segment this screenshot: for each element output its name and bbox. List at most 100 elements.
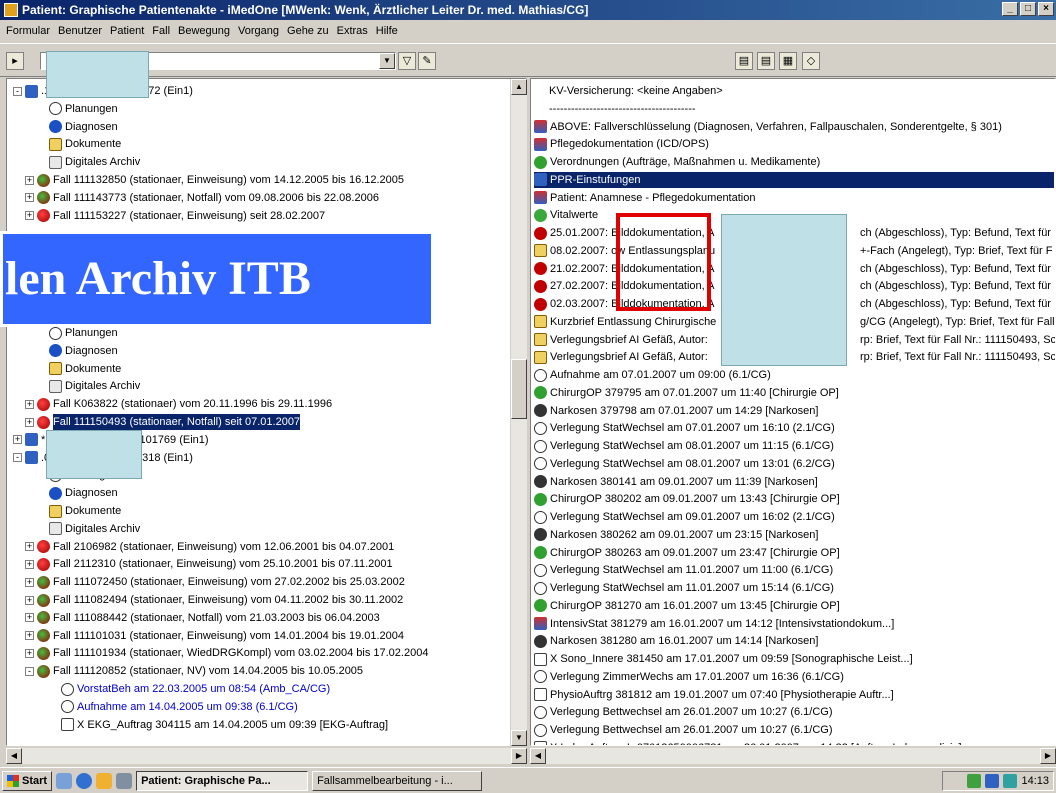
security-icon[interactable]: [1003, 774, 1018, 788]
tree-row[interactable]: + Fall 2112310 (stationaer, Einweisung) v…: [25, 556, 393, 572]
menu-gehe-zu[interactable]: Gehe zu: [283, 25, 333, 37]
start-button[interactable]: Start: [2, 770, 53, 791]
record-row[interactable]: Verlegung Bettwechsel am 26.01.2007 um 1…: [534, 704, 1054, 720]
expand-icon[interactable]: +: [25, 211, 34, 221]
scroll-left-button[interactable]: ◀: [6, 748, 22, 764]
close-button[interactable]: ×: [1038, 2, 1054, 16]
tree-row[interactable]: + Fall 111101934 (stationaer, WiedDRGKomp…: [25, 645, 428, 661]
record-row[interactable]: X LaborAuftrag L-07012650006781 am 26.01…: [534, 740, 1054, 745]
list-horizontal-scrollbar[interactable]: ◀ ▶: [530, 748, 1056, 764]
tree-row[interactable]: Dokumente: [49, 136, 121, 152]
tree-row[interactable]: + Fall 111153227 (stationaer, Einweisung)…: [25, 208, 325, 224]
tree-row[interactable]: + Fall 111088442 (stationaer, Notfall) vo…: [25, 610, 380, 626]
record-row[interactable]: ChirurgOP 381270 am 16.01.2007 um 13:45 …: [534, 598, 1054, 614]
desktop-icon[interactable]: [56, 772, 73, 789]
expand-icon[interactable]: +: [25, 417, 34, 427]
record-row[interactable]: PhysioAuftrg 381812 am 19.01.2007 um 07:…: [534, 687, 1054, 703]
grid-icon[interactable]: ▦: [779, 52, 797, 70]
tree-row[interactable]: - Fall 111120852 (stationaer, NV) vom 14.…: [25, 663, 363, 679]
expand-icon[interactable]: +: [25, 559, 34, 569]
tree-row[interactable]: Dokumente: [49, 503, 121, 519]
expand-icon[interactable]: +: [25, 648, 34, 658]
expand-icon[interactable]: +: [25, 595, 34, 605]
expand-icon[interactable]: +: [25, 613, 34, 623]
browser-icon[interactable]: [76, 772, 93, 789]
record-row[interactable]: ChirurgOP 380202 am 09.01.2007 um 13:43 …: [534, 491, 1054, 507]
tree-row[interactable]: + Fall 111150493 (stationaer, Notfall) se…: [25, 414, 301, 430]
document-icon[interactable]: ▤: [735, 52, 753, 70]
menu-vorgang[interactable]: Vorgang: [234, 25, 283, 37]
speaker-icon[interactable]: [967, 774, 982, 788]
collapse-icon[interactable]: -: [13, 453, 22, 463]
tree-row[interactable]: + Fall 111072450 (stationaer, Einweisung)…: [25, 574, 405, 590]
tree-row[interactable]: Digitales Archiv: [49, 154, 140, 170]
tree-row[interactable]: + Fall 111132850 (stationaer, Einweisung)…: [25, 172, 404, 188]
menu-fall[interactable]: Fall: [148, 25, 174, 37]
tree-row[interactable]: + Fall 111082494 (stationaer, Einweisung)…: [25, 592, 403, 608]
record-row[interactable]: Verlegung StatWechsel am 09.01.2007 um 1…: [534, 509, 1054, 525]
scroll-thumb[interactable]: [511, 359, 527, 419]
record-row[interactable]: Patient: Anamnese - Pflegedokumentation: [534, 190, 1054, 206]
record-row[interactable]: ChirurgOP 379795 am 07.01.2007 um 11:40 …: [534, 385, 1054, 401]
record-row[interactable]: Verlegung StatWechsel am 11.01.2007 um 1…: [534, 580, 1054, 596]
network-icon[interactable]: [985, 774, 1000, 788]
record-row[interactable]: X Sono_Innere 381450 am 17.01.2007 um 09…: [534, 651, 1054, 667]
record-row[interactable]: IntensivStat 381279 am 16.01.2007 um 14:…: [534, 616, 1054, 632]
tree-row[interactable]: + Fall K063822 (stationaer) vom 20.11.199…: [25, 396, 332, 412]
tree-row[interactable]: Diagnosen: [49, 485, 118, 501]
record-row[interactable]: KV-Versicherung: <keine Angaben>: [549, 83, 1055, 99]
eraser-icon[interactable]: ◇: [802, 52, 820, 70]
menu-extras[interactable]: Extras: [333, 25, 372, 37]
record-row[interactable]: Narkosen 381280 am 16.01.2007 um 14:14 […: [534, 633, 1054, 649]
taskbar-item-fallsammel[interactable]: Fallsammelbearbeitung - i...: [312, 770, 483, 791]
scroll-down-button[interactable]: ▼: [511, 730, 527, 746]
expand-icon[interactable]: +: [25, 542, 34, 552]
scroll-right-button[interactable]: ▶: [511, 748, 527, 764]
tree-row[interactable]: Digitales Archiv: [49, 378, 140, 394]
expand-icon[interactable]: +: [25, 399, 34, 409]
outlook-icon[interactable]: [96, 772, 113, 789]
record-row[interactable]: Verlegung StatWechsel am 08.01.2007 um 1…: [534, 438, 1054, 454]
record-row[interactable]: Verlegung StatWechsel am 07.01.2007 um 1…: [534, 420, 1054, 436]
tree-row[interactable]: Digitales Archiv: [49, 521, 140, 537]
menu-hilfe[interactable]: Hilfe: [372, 25, 402, 37]
tree-row[interactable]: Planungen: [49, 101, 118, 117]
tree-row[interactable]: Aufnahme am 14.04.2005 um 09:38 (6.1/CG): [61, 699, 298, 715]
record-row[interactable]: Narkosen 379798 am 07.01.2007 um 14:29 […: [534, 403, 1054, 419]
record-row[interactable]: Verlegung StatWechsel am 11.01.2007 um 1…: [534, 562, 1054, 578]
tree-row[interactable]: + Fall 2106982 (stationaer, Einweisung) v…: [25, 539, 394, 555]
menu-formular[interactable]: Formular: [2, 25, 54, 37]
record-row[interactable]: ChirurgOP 380263 am 09.01.2007 um 23:47 …: [534, 545, 1054, 561]
explorer-icon[interactable]: [116, 772, 133, 789]
scroll-up-button[interactable]: ▲: [511, 79, 527, 95]
menu-patient[interactable]: Patient: [106, 25, 148, 37]
record-row[interactable]: ----------------------------------------: [549, 101, 1055, 117]
patient-search-icon[interactable]: ▸: [6, 52, 24, 70]
record-row[interactable]: Verordnungen (Aufträge, Maßnahmen u. Med…: [534, 154, 1054, 170]
record-row[interactable]: Narkosen 380141 am 09.01.2007 um 11:39 […: [534, 474, 1054, 490]
expand-icon[interactable]: +: [25, 175, 34, 185]
tree-vertical-scrollbar[interactable]: ▲ ▼: [510, 79, 527, 746]
minimize-button[interactable]: _: [1002, 2, 1018, 16]
scroll-left-button[interactable]: ◀: [530, 748, 546, 764]
record-row[interactable]: Aufnahme am 07.01.2007 um 09:00 (6.1/CG): [534, 367, 1054, 383]
expand-icon[interactable]: +: [13, 435, 22, 445]
document-copy-icon[interactable]: ▤: [757, 52, 775, 70]
tree-row[interactable]: Dokumente: [49, 361, 121, 377]
record-row[interactable]: ABOVE: Fallverschlüsselung (Diagnosen, V…: [534, 119, 1054, 135]
tree-horizontal-scrollbar[interactable]: ◀ ▶: [6, 748, 527, 764]
expand-icon[interactable]: +: [25, 631, 34, 641]
tree-row[interactable]: + Fall 111143773 (stationaer, Notfall) vo…: [25, 190, 379, 206]
tree-row[interactable]: Planungen: [49, 325, 118, 341]
tools-icon[interactable]: ✎: [418, 52, 436, 70]
expand-icon[interactable]: +: [25, 577, 34, 587]
menu-benutzer[interactable]: Benutzer: [54, 25, 106, 37]
record-row[interactable]: Verlegung Bettwechsel am 26.01.2007 um 1…: [534, 722, 1054, 738]
record-row[interactable]: Pflegedokumentation (ICD/OPS): [534, 136, 1054, 152]
tree-row[interactable]: Diagnosen: [49, 343, 118, 359]
collapse-icon[interactable]: -: [25, 666, 34, 676]
record-row[interactable]: Verlegung StatWechsel am 08.01.2007 um 1…: [534, 456, 1054, 472]
collapse-icon[interactable]: -: [13, 86, 22, 96]
tree-row[interactable]: Diagnosen: [49, 119, 118, 135]
maximize-button[interactable]: □: [1020, 2, 1036, 16]
